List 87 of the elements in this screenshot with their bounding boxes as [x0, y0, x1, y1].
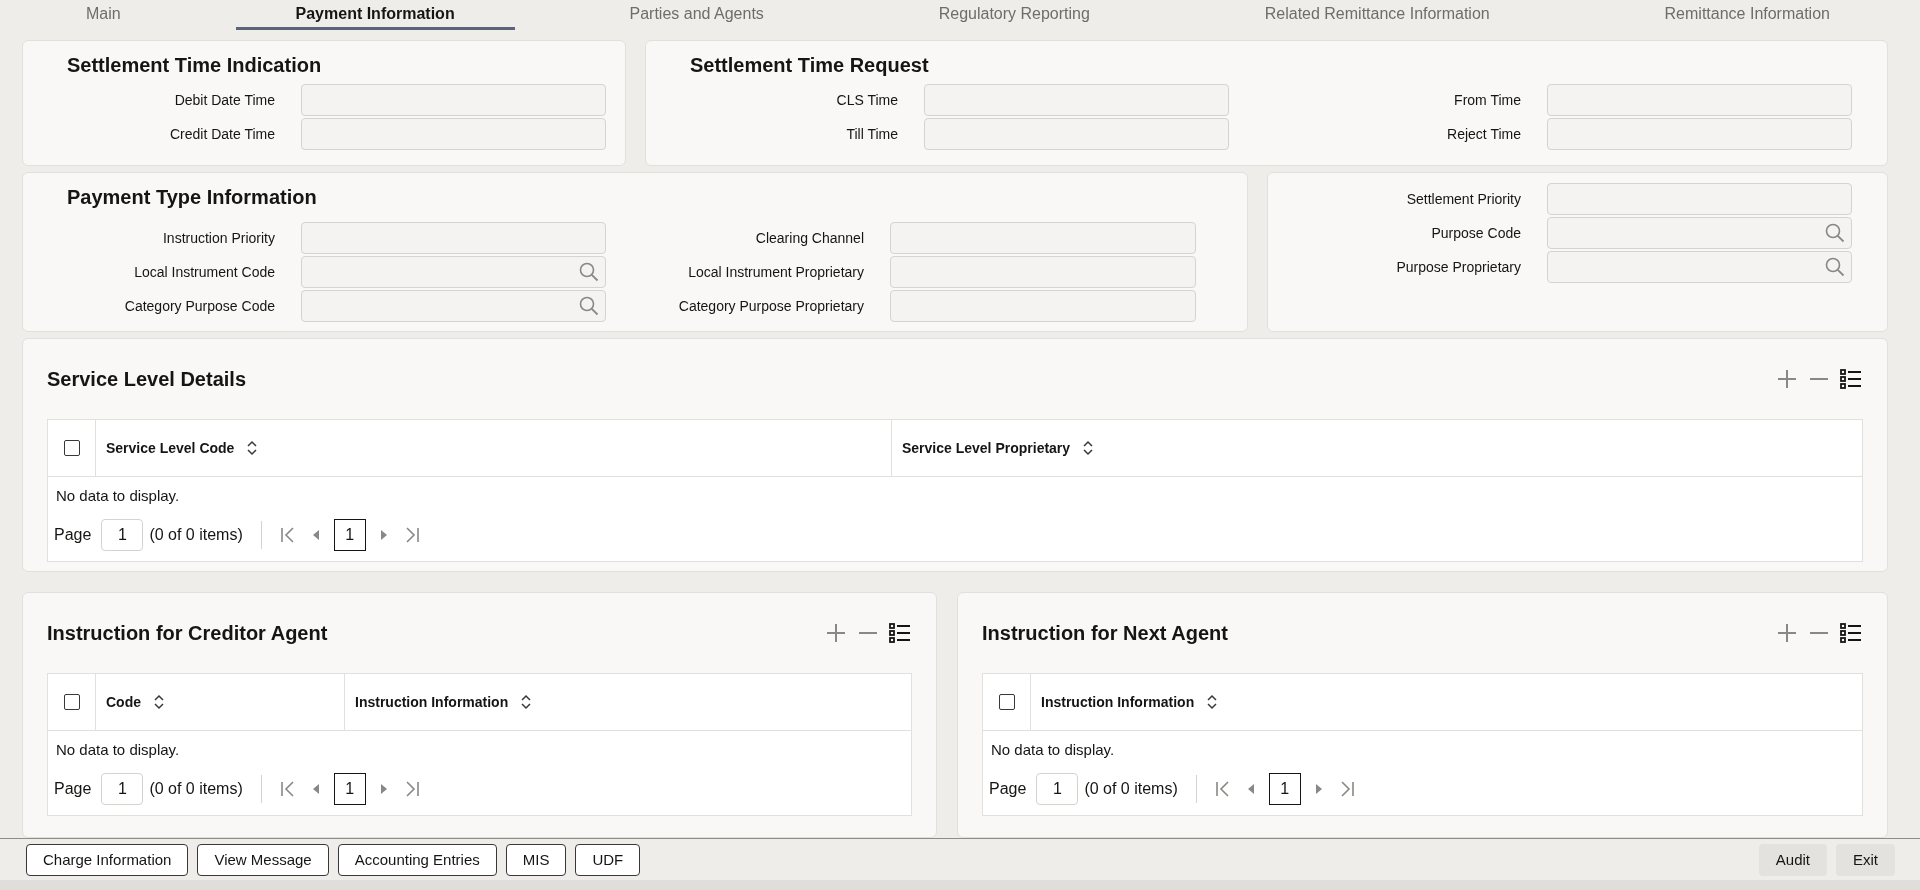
section-title: Service Level Details [47, 367, 246, 391]
page-input[interactable]: 1 [101, 519, 144, 551]
field-label: Till Time [846, 126, 898, 142]
page-input[interactable]: 1 [101, 773, 144, 805]
empty-message: No data to display. [55, 486, 180, 506]
select-all-checkbox[interactable] [63, 440, 80, 456]
sort-icon[interactable] [1206, 694, 1219, 710]
list-icon[interactable] [1839, 367, 1863, 391]
sort-icon[interactable] [246, 440, 259, 456]
field-label: Category Purpose Proprietary [678, 298, 864, 314]
search-icon[interactable] [1825, 223, 1845, 243]
empty-message: No data to display. [55, 740, 180, 760]
item-count: (0 of 0 items) [1084, 780, 1178, 798]
sort-icon[interactable] [1082, 440, 1095, 456]
footer-button[interactable]: Charge Information [26, 843, 189, 876]
footer-button[interactable]: UDF [575, 843, 641, 876]
list-icon[interactable] [888, 621, 912, 645]
tab[interactable]: Related Remittance Information [1204, 0, 1550, 30]
section-title: Instruction for Creditor Agent [47, 621, 328, 645]
page-label: Page [54, 780, 92, 798]
input-field[interactable] [301, 118, 606, 150]
field-label: Category Purpose Code [124, 298, 275, 314]
tab[interactable]: Remittance Information [1604, 0, 1890, 30]
field-label: Debit Date Time [174, 92, 275, 108]
tab[interactable]: Parties and Agents [569, 0, 824, 30]
column-header[interactable]: Service Level Proprietary [902, 440, 1071, 456]
input-field[interactable] [924, 84, 1229, 116]
field-label: From Time [1454, 92, 1521, 108]
section-title: Payment Type Information [66, 185, 317, 210]
input-field[interactable] [1547, 84, 1852, 116]
tab[interactable]: Payment Information [235, 0, 515, 30]
page-input[interactable]: 1 [1036, 773, 1079, 805]
field-label: Clearing Channel [755, 230, 864, 246]
add-icon[interactable] [824, 621, 848, 645]
add-icon[interactable] [1775, 621, 1799, 645]
column-header[interactable]: Instruction Information [355, 694, 509, 710]
select-all-checkbox[interactable] [63, 694, 80, 710]
section-title: Instruction for Next Agent [982, 621, 1228, 645]
field-label: Local Instrument Code [134, 264, 275, 280]
search-icon[interactable] [579, 296, 599, 316]
column-header[interactable]: Code [106, 694, 141, 710]
input-field[interactable] [890, 290, 1196, 322]
input-field[interactable] [890, 222, 1196, 254]
item-count: (0 of 0 items) [149, 526, 243, 544]
sort-icon[interactable] [520, 694, 533, 710]
tab[interactable]: Main [26, 0, 181, 30]
page-label: Page [54, 526, 92, 544]
page-number[interactable]: 1 [333, 519, 366, 551]
page-number[interactable]: 1 [333, 773, 366, 805]
item-count: (0 of 0 items) [149, 780, 243, 798]
input-field[interactable] [1547, 183, 1852, 215]
add-icon[interactable] [1775, 367, 1799, 391]
field-label: Local Instrument Proprietary [688, 264, 864, 280]
list-icon[interactable] [1839, 621, 1863, 645]
page-number[interactable]: 1 [1268, 773, 1301, 805]
search-icon[interactable] [579, 262, 599, 282]
input-field[interactable] [301, 290, 606, 322]
field-label: Reject Time [1447, 126, 1521, 142]
section-title: Settlement Time Indication [66, 53, 322, 78]
empty-message: No data to display. [990, 740, 1115, 760]
field-label: Instruction Priority [162, 230, 275, 246]
footer-button[interactable]: Audit [1758, 843, 1827, 876]
footer-button[interactable]: MIS [505, 843, 567, 876]
section-title: Settlement Time Request [689, 53, 929, 78]
field-label: Credit Date Time [169, 126, 275, 142]
field-label: Purpose Proprietary [1396, 259, 1521, 275]
footer-button[interactable]: Exit [1836, 843, 1895, 876]
input-field[interactable] [1547, 217, 1852, 249]
input-field[interactable] [924, 118, 1229, 150]
tab[interactable]: Regulatory Reporting [878, 0, 1150, 30]
input-field[interactable] [1547, 251, 1852, 283]
column-header[interactable]: Instruction Information [1041, 694, 1195, 710]
sort-icon[interactable] [153, 694, 165, 710]
input-field[interactable] [301, 84, 606, 116]
search-icon[interactable] [1825, 257, 1845, 277]
column-header[interactable]: Service Level Code [106, 440, 235, 456]
page-label: Page [989, 780, 1027, 798]
field-label: CLS Time [836, 92, 898, 108]
field-label: Settlement Priority [1406, 191, 1521, 207]
field-label: Purpose Code [1431, 225, 1521, 241]
select-all-checkbox[interactable] [998, 694, 1015, 710]
input-field[interactable] [301, 222, 606, 254]
input-field[interactable] [301, 256, 606, 288]
input-field[interactable] [890, 256, 1196, 288]
footer-button[interactable]: Accounting Entries [337, 843, 497, 876]
footer-button[interactable]: View Message [197, 843, 329, 876]
input-field[interactable] [1547, 118, 1852, 150]
